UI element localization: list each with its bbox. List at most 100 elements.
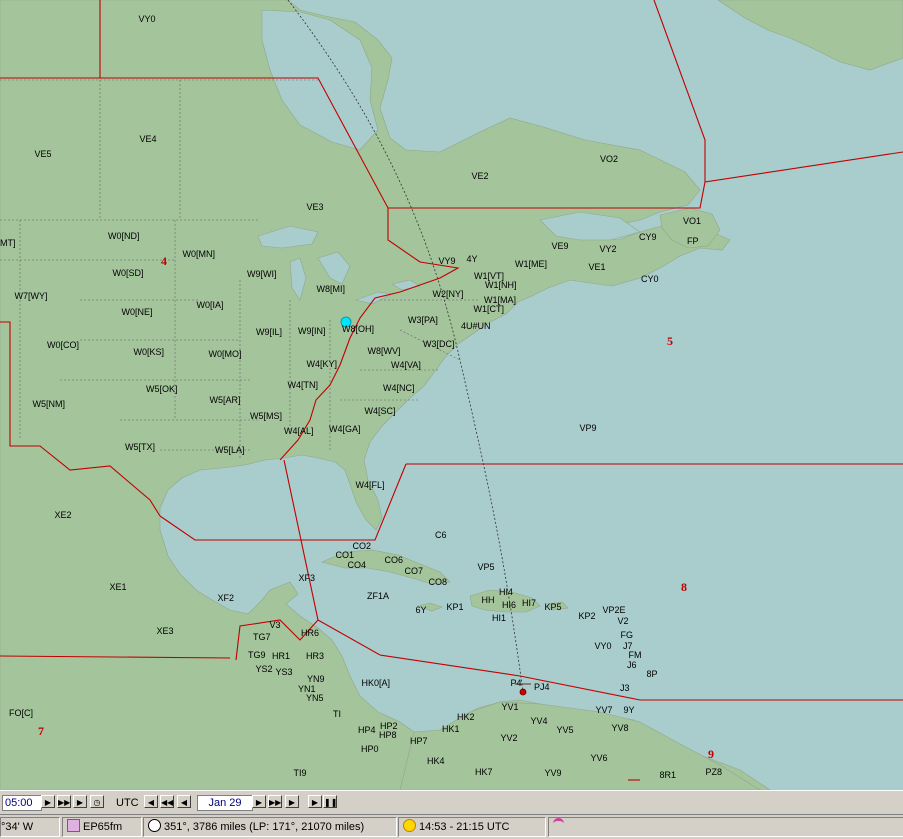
prefix-label: W1[NH] — [485, 280, 517, 290]
play-forward-button[interactable]: ▶ — [73, 795, 87, 808]
prefix-label: YS3 — [275, 667, 293, 677]
prefix-label: W5[TX] — [125, 442, 156, 452]
prefix-label: 4U#UN — [461, 321, 491, 331]
prefix-label: W5[LA] — [215, 445, 245, 455]
prefix-label: VE9 — [551, 241, 569, 251]
grid-square-text: EP65fm — [83, 821, 123, 833]
zone-number: 5 — [667, 334, 673, 348]
pause-icon: ❚❚ — [324, 798, 338, 807]
pause-button[interactable]: ❚❚ — [323, 795, 337, 808]
prefix-label: W3[PA] — [408, 315, 438, 325]
prefix-label: W9[IN] — [298, 326, 326, 336]
chevron-left-icon: ◀ — [180, 798, 188, 807]
prefix-label: HR1 — [272, 651, 291, 661]
prefix-label: 8P — [646, 669, 658, 679]
prefix-label: W5[NM] — [32, 399, 66, 409]
compass-icon — [148, 819, 161, 832]
date-back-small-button[interactable]: ◀ — [144, 795, 158, 808]
date-forward-large-button[interactable]: ▶▶ — [268, 795, 282, 808]
prefix-label: W7[WY] — [14, 291, 48, 301]
prefix-label: PJ4 — [534, 682, 550, 692]
prefix-label: HP0 — [361, 744, 379, 754]
zone-number: 9 — [708, 747, 714, 761]
map-view[interactable]: VY0 VE5 VE4 VE3 VE2 VO2 VO1 CY9 FP VE9 VY2 VE1 CY0 VY… — [0, 0, 903, 790]
prefix-label: YN5 — [306, 693, 324, 703]
prefix-label: HK1 — [442, 724, 460, 734]
time-input[interactable]: 05:00 — [2, 795, 42, 811]
prefix-label: W4[SC] — [364, 406, 396, 416]
prefix-label: YV7 — [595, 705, 613, 715]
clock-now-button[interactable]: ◷ — [90, 795, 104, 808]
zone-number: 7 — [38, 724, 44, 738]
prefix-label: HR3 — [306, 651, 325, 661]
prefix-label: W8[OH] — [342, 324, 375, 334]
step-forward-small-button[interactable]: ▶ — [41, 795, 55, 808]
prefix-label: HR6 — [301, 628, 320, 638]
map-graphics — [0, 0, 903, 790]
prefix-label: W0[ND] — [108, 231, 140, 241]
prefix-label: W4[VA] — [391, 360, 421, 370]
prefix-label: XE3 — [156, 626, 174, 636]
prefix-label: VE1 — [588, 262, 606, 272]
utc-label: UTC — [116, 797, 139, 809]
prefix-label: W0[SD] — [112, 268, 144, 278]
prefix-label: 6Y — [415, 605, 427, 615]
play-icon: ▶ — [76, 798, 84, 807]
prefix-label: J6 — [627, 660, 637, 670]
prefix-label: W9[IL] — [256, 327, 283, 337]
prefix-label: YN9 — [307, 674, 325, 684]
zone-number: 8 — [681, 580, 687, 594]
prefix-label: W5[AR] — [209, 395, 241, 405]
propagation-panel — [548, 817, 903, 837]
prefix-label: W0[MN] — [182, 249, 216, 259]
date-input[interactable]: Jan 29 — [197, 795, 253, 811]
prefix-label: VE3 — [306, 202, 324, 212]
prefix-label: 4Y — [466, 254, 478, 264]
date-back-large-button[interactable]: ◀◀ — [160, 795, 174, 808]
date-forward-small-button[interactable]: ▶ — [285, 795, 299, 808]
prefix-label: MT] — [0, 238, 16, 248]
animate-button[interactable]: ▶ — [308, 795, 322, 808]
prefix-label: VP9 — [579, 423, 597, 433]
date-forward-button[interactable]: ▶ — [252, 795, 266, 808]
prefix-label: CY9 — [639, 232, 657, 242]
prefix-label: W3[DC] — [423, 339, 455, 349]
prefix-label: W9[WI] — [247, 269, 277, 279]
prefix-label: W2[NY] — [432, 289, 464, 299]
prefix-label: P4 — [510, 678, 522, 688]
prefix-label: HI4 — [499, 587, 514, 597]
prefix-label: W1[ME] — [515, 259, 548, 269]
step-forward-large-button[interactable]: ▶▶ — [57, 795, 71, 808]
bearing-text: 351°, 3786 miles (LP: 171°, 21070 miles) — [164, 821, 365, 833]
prefix-label: XF3 — [298, 573, 316, 583]
prefix-label: HI7 — [522, 598, 537, 608]
sun-times-panel: 14:53 - 21:15 UTC — [398, 817, 546, 837]
prefix-label: W0[CO] — [47, 340, 80, 350]
step-play-icon: ▶ — [311, 798, 319, 807]
prefix-label: PZ8 — [705, 767, 723, 777]
prefix-label: W8[WV] — [367, 346, 401, 356]
chevron-right-icon: ▶ — [255, 798, 263, 807]
prefix-label: W5[MS] — [250, 411, 283, 421]
grid-square-panel: EP65fm — [62, 817, 142, 837]
prefix-label: CO8 — [428, 577, 448, 587]
prefix-label: FM — [628, 650, 642, 660]
prefix-label: HK2 — [457, 712, 475, 722]
date-back-button[interactable]: ◀ — [177, 795, 191, 808]
prefix-label: YV1 — [501, 702, 519, 712]
prefix-label: W4[KY] — [306, 359, 338, 369]
prefix-label: HP8 — [379, 730, 397, 740]
chevron-right-icon: ▶ — [44, 798, 52, 807]
signal-icon — [553, 818, 564, 832]
prefix-label: HP7 — [410, 736, 428, 746]
prefix-label: VY9 — [438, 256, 456, 266]
prefix-label: VE2 — [471, 171, 489, 181]
prefix-label: VP2E — [602, 605, 626, 615]
prefix-label: CO7 — [404, 566, 424, 576]
target-location-marker[interactable] — [519, 688, 527, 696]
prefix-label: CO4 — [347, 560, 367, 570]
prefix-label: W1[CT] — [473, 304, 505, 314]
prefix-label: W0[NE] — [121, 307, 153, 317]
clock-icon: ◷ — [93, 798, 101, 807]
double-chevron-right-icon: ▶▶ — [269, 798, 282, 807]
